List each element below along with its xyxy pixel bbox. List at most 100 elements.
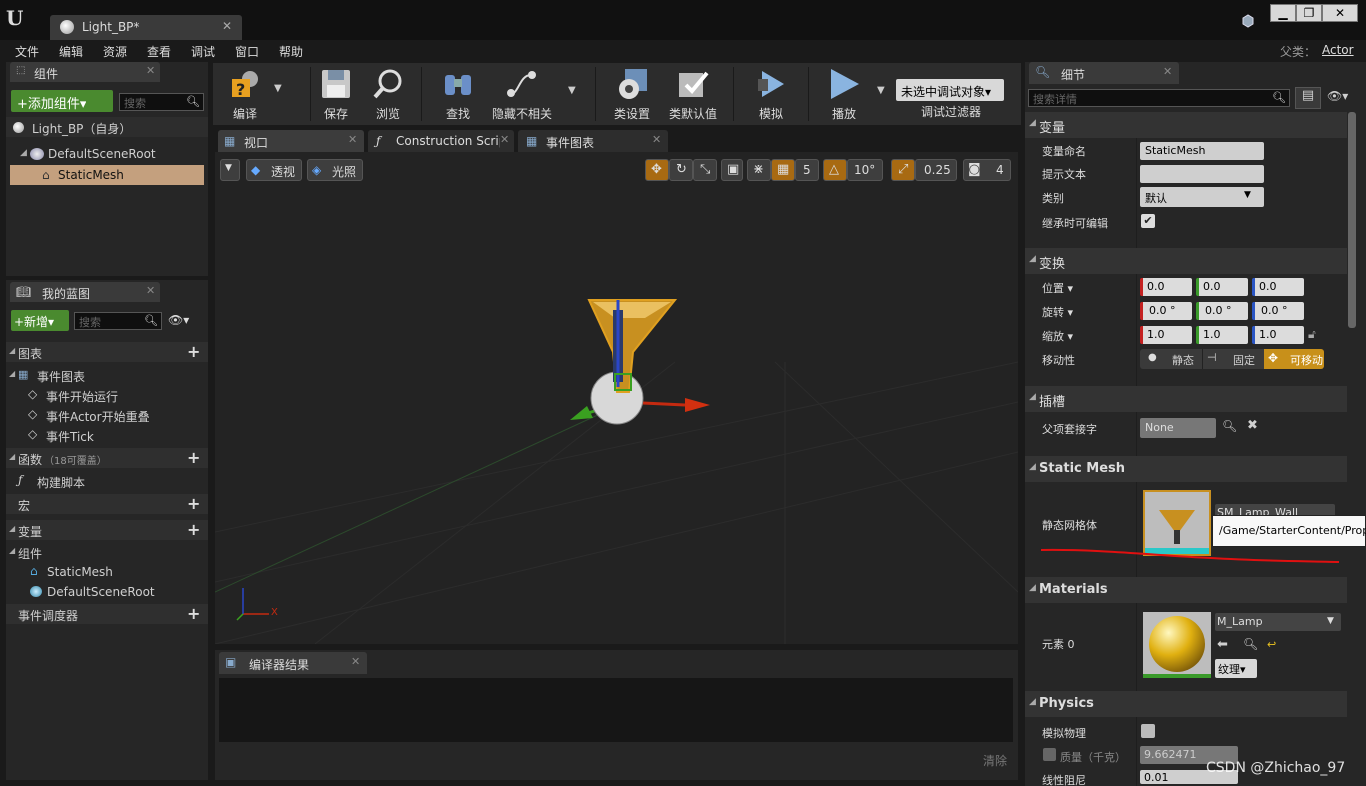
menu-help[interactable]: 帮助	[279, 43, 303, 60]
play-button[interactable]: 播放	[817, 63, 871, 125]
scale-label[interactable]: 缩放 ▾	[1042, 328, 1073, 344]
graphs-section[interactable]: ◢ 图表 +	[6, 342, 208, 362]
hide-unrelated-dropdown-icon[interactable]: ▼	[568, 85, 576, 96]
details-tab[interactable]: 🔍︎ 细节 ✕	[1029, 62, 1179, 84]
collapse-triangle-icon[interactable]: ◢	[1029, 697, 1036, 707]
functions-section[interactable]: ◢ 函数 （18可覆盖） +	[6, 448, 208, 468]
debug-object-dropdown[interactable]: 未选中调试对象▾	[896, 79, 1004, 101]
close-tab-icon[interactable]: ✕	[351, 655, 360, 668]
my-blueprint-tab[interactable]: 📖︎ 我的蓝图 ✕	[10, 282, 160, 302]
add-component-button[interactable]: +添加组件▾	[11, 90, 113, 112]
construction-script-item[interactable]: ƒ 构建脚本	[18, 471, 208, 491]
add-event-dispatcher-icon[interactable]: +	[187, 604, 200, 623]
close-tab-icon[interactable]: ✕	[500, 133, 509, 146]
close-window-button[interactable]: ✕	[1322, 4, 1358, 22]
collapse-triangle-icon[interactable]: ◢	[1029, 462, 1036, 472]
rotation-snap-value[interactable]: 10°	[847, 159, 883, 181]
save-button[interactable]: 保存	[313, 63, 359, 125]
components-tab[interactable]: ⬚ 组件 ✕	[10, 62, 160, 82]
hide-unrelated-button[interactable]: 隐藏不相关	[489, 63, 555, 125]
tab-construction-script[interactable]: ƒ Construction Scrip ✕	[368, 130, 514, 152]
grid-snap-toggle[interactable]: ▦	[771, 159, 795, 181]
materials-section[interactable]: ◢ Materials	[1025, 577, 1347, 603]
event-graph-item[interactable]: ◢ ▦ 事件图表	[6, 365, 208, 385]
parent-socket-field[interactable]: None	[1140, 418, 1216, 438]
collapse-triangle-icon[interactable]: ◢	[1029, 118, 1036, 128]
mobility-stationary-option[interactable]: ⊣ 固定	[1202, 349, 1264, 369]
scale-mode-icon[interactable]: ⤡	[693, 159, 717, 181]
clear-socket-icon[interactable]: ✖	[1247, 418, 1258, 433]
add-graph-icon[interactable]: +	[187, 342, 200, 361]
location-y-input[interactable]: 0.0	[1196, 278, 1248, 296]
browse-material-search-icon[interactable]: 🔍︎	[1243, 637, 1258, 651]
self-component-row[interactable]: Light_BP（自身）	[6, 117, 208, 137]
blueprint-search-input[interactable]: 搜索 🔍︎	[74, 312, 162, 330]
event-tick[interactable]: ◇ 事件Tick	[28, 425, 208, 445]
class-settings-button[interactable]: 类设置	[605, 63, 659, 125]
scale-y-input[interactable]: 1.0	[1196, 326, 1248, 344]
compile-button[interactable]: ? 编译	[217, 63, 273, 125]
tab-event-graph[interactable]: ▦ 事件图表 ✕	[518, 130, 668, 152]
mass-override-checkbox[interactable]	[1043, 748, 1056, 761]
class-defaults-button[interactable]: 类默认值	[663, 63, 723, 125]
viewport[interactable]: X ▼ ◆ 透视 ◈ 光照 ✥ ↻ ⤡ ▣ ⋇ ▦ 5 △ 10° ⤢ 0.25…	[215, 152, 1018, 644]
lit-mode-button[interactable]: ◈ 光照	[307, 159, 363, 181]
grid-snap-value[interactable]: 5	[795, 159, 819, 181]
rotation-y-input[interactable]: 0.0 °	[1196, 302, 1248, 320]
components-section[interactable]: ◢ 组件	[6, 542, 208, 562]
help-icon[interactable]	[1240, 13, 1256, 29]
close-tab-icon[interactable]: ✕	[348, 133, 357, 146]
close-tab-icon[interactable]: ✕	[146, 284, 155, 297]
collapse-triangle-icon[interactable]: ◢	[1029, 254, 1036, 264]
collapse-triangle-icon[interactable]: ◢	[1029, 392, 1036, 402]
var-name-input[interactable]: StaticMesh	[1140, 142, 1264, 160]
tree-item-static-mesh[interactable]: ⌂ StaticMesh	[10, 165, 204, 185]
menu-debug[interactable]: 调试	[191, 43, 215, 60]
event-actor-begin-overlap[interactable]: ◇ 事件Actor开始重叠	[28, 405, 208, 425]
transform-section[interactable]: ◢ 变换	[1025, 248, 1347, 274]
event-begin-play[interactable]: ◇ 事件开始运行	[28, 385, 208, 405]
tooltip-input[interactable]	[1140, 165, 1264, 183]
components-search-input[interactable]: 搜索 🔍︎	[119, 93, 204, 111]
macros-section[interactable]: 宏 +	[6, 494, 208, 514]
static-mesh-section[interactable]: ◢ Static Mesh	[1025, 456, 1347, 482]
mobility-static-option[interactable]: ● 静态	[1140, 349, 1202, 369]
rotation-label[interactable]: 旋转 ▾	[1042, 304, 1073, 320]
maximize-button[interactable]: ❐	[1296, 4, 1322, 22]
location-x-input[interactable]: 0.0	[1140, 278, 1192, 296]
scale-z-input[interactable]: 1.0	[1252, 326, 1304, 344]
simulate-button[interactable]: 模拟	[743, 63, 799, 125]
rotation-z-input[interactable]: 0.0 °	[1252, 302, 1304, 320]
play-options-dropdown-icon[interactable]: ▼	[877, 85, 885, 96]
sockets-section[interactable]: ◢ 插槽	[1025, 386, 1347, 412]
browse-socket-search-icon[interactable]: 🔍︎	[1222, 419, 1237, 433]
viewport-options-button[interactable]: ▼	[220, 159, 240, 181]
view-options-eye-icon[interactable]: 👁︎▾	[1327, 89, 1348, 103]
browse-button[interactable]: 浏览	[363, 63, 413, 125]
category-dropdown[interactable]: 默认 ▼	[1140, 187, 1264, 207]
menu-file[interactable]: 文件	[15, 43, 39, 60]
collapse-triangle-icon[interactable]: ◢	[9, 369, 15, 378]
location-z-input[interactable]: 0.0	[1252, 278, 1304, 296]
collapse-triangle-icon[interactable]: ◢	[9, 452, 15, 461]
tab-viewport[interactable]: ▦ 视口 ✕	[218, 130, 364, 152]
parent-class-link[interactable]: Actor	[1322, 43, 1354, 57]
textures-dropdown[interactable]: 纹理▾	[1215, 659, 1257, 678]
add-macro-icon[interactable]: +	[187, 494, 200, 513]
minimize-button[interactable]: ▁	[1270, 4, 1296, 22]
collapse-triangle-icon[interactable]: ◢	[9, 346, 15, 355]
compiler-results-tab[interactable]: ▣ 编译器结果 ✕	[219, 652, 367, 674]
rotation-x-input[interactable]: 0.0 °	[1140, 302, 1192, 320]
collapse-triangle-icon[interactable]: ◢	[9, 546, 15, 555]
location-label[interactable]: 位置 ▾	[1042, 280, 1073, 296]
close-tab-icon[interactable]: ✕	[652, 133, 661, 146]
view-options-eye-icon[interactable]: 👁︎▾	[168, 313, 189, 327]
compile-options-dropdown-icon[interactable]: ▼	[274, 83, 282, 94]
close-tab-icon[interactable]: ✕	[146, 64, 155, 77]
add-function-icon[interactable]: +	[187, 448, 200, 467]
surface-snap-icon[interactable]: ⋇	[747, 159, 771, 181]
rotate-mode-icon[interactable]: ↻	[669, 159, 693, 181]
details-scrollbar[interactable]	[1348, 112, 1356, 328]
collapse-triangle-icon[interactable]: ◢	[9, 524, 15, 533]
lock-icon[interactable]: 🔓︎	[1308, 327, 1316, 342]
